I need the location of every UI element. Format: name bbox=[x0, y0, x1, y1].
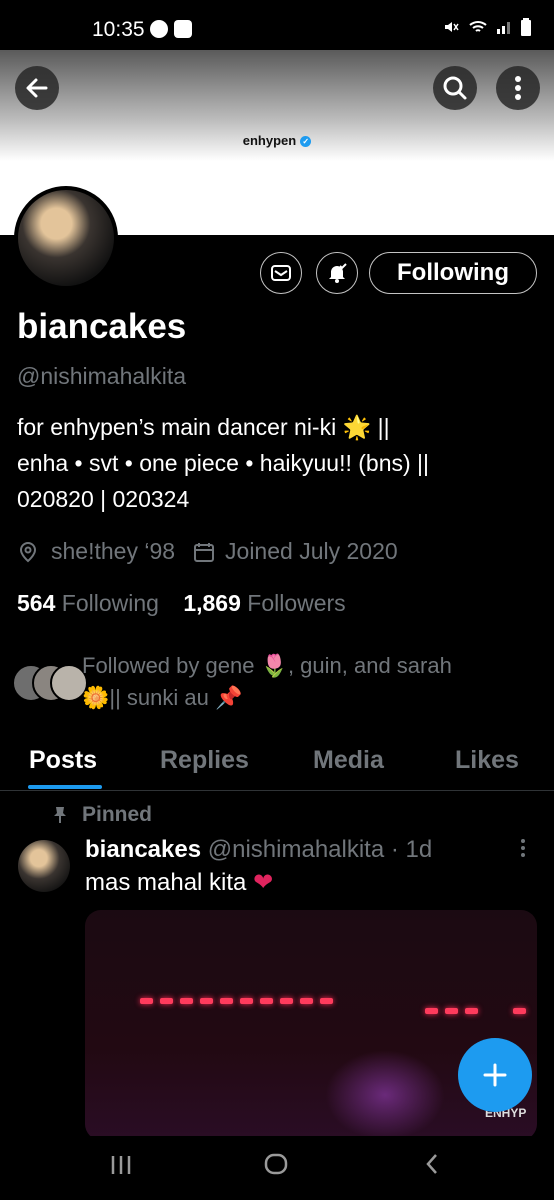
back-button[interactable] bbox=[15, 66, 59, 110]
pinned-text: Pinned bbox=[82, 803, 153, 826]
following-count: 564 bbox=[17, 590, 56, 616]
system-back-button[interactable] bbox=[424, 1152, 440, 1183]
home-button[interactable] bbox=[264, 1152, 288, 1183]
back-arrow-icon bbox=[26, 78, 48, 98]
signal-icon bbox=[497, 22, 510, 34]
system-nav-bar bbox=[0, 1136, 554, 1200]
location-icon bbox=[19, 541, 37, 562]
stage-light bbox=[320, 998, 333, 1004]
stage-light bbox=[160, 998, 173, 1004]
stage-light bbox=[260, 998, 273, 1004]
mute-icon bbox=[445, 22, 459, 32]
post-header: biancakes @nishimahalkita · 1d bbox=[85, 836, 432, 864]
tab-media[interactable]: Media bbox=[313, 746, 384, 775]
heart-emoji-icon: ❤ bbox=[253, 869, 274, 896]
message-button[interactable] bbox=[260, 252, 302, 294]
banner-name: enhypen bbox=[242, 133, 297, 148]
pinned-label: Pinned bbox=[52, 803, 152, 827]
battery-icon bbox=[521, 18, 531, 36]
joined-date: Joined July 2020 bbox=[225, 538, 398, 564]
stage-light bbox=[240, 998, 253, 1004]
active-tab-indicator bbox=[28, 785, 102, 789]
home-icon bbox=[264, 1153, 288, 1175]
stage-light bbox=[300, 998, 313, 1004]
search-button[interactable] bbox=[433, 66, 477, 110]
tab-posts[interactable]: Posts bbox=[29, 746, 97, 775]
following-count-link[interactable]: 564 Following bbox=[17, 590, 159, 616]
status-notification-icons bbox=[150, 20, 192, 38]
stage-light bbox=[140, 998, 153, 1004]
status-bar: 10:35 bbox=[0, 0, 554, 50]
bio-line: for enhypen’s main dancer ni-ki 🌟 || bbox=[17, 414, 390, 440]
followed-by-line: Followed by gene 🌷, guin, and sarah bbox=[82, 653, 452, 678]
profile-avatar[interactable] bbox=[14, 186, 118, 290]
notification-icon bbox=[174, 20, 192, 38]
avatar-image bbox=[18, 190, 114, 286]
following-button[interactable]: Following bbox=[369, 252, 537, 294]
display-name: biancakes bbox=[17, 307, 187, 346]
search-icon bbox=[443, 76, 467, 100]
recent-apps-icon bbox=[111, 1156, 131, 1174]
more-button[interactable] bbox=[496, 66, 540, 110]
notifications-button[interactable] bbox=[316, 252, 358, 294]
more-vertical-icon bbox=[515, 76, 521, 100]
post-media[interactable]: ENHYP bbox=[85, 910, 537, 1140]
following-label: Following bbox=[61, 590, 159, 616]
wifi-icon bbox=[469, 21, 487, 32]
stage-light bbox=[200, 998, 213, 1004]
banner-text: enhypen ✓ bbox=[0, 133, 554, 148]
stage-light bbox=[513, 1008, 526, 1014]
stage-light bbox=[445, 1008, 458, 1014]
recent-apps-button[interactable] bbox=[110, 1152, 132, 1183]
status-time: 10:35 bbox=[92, 18, 145, 41]
verified-badge-icon: ✓ bbox=[300, 136, 312, 148]
followers-label: Followers bbox=[247, 590, 346, 616]
stage-glow bbox=[325, 1050, 445, 1140]
post-avatar[interactable] bbox=[18, 840, 70, 892]
message-icon bbox=[271, 265, 291, 281]
profile-handle: @nishimahalkita bbox=[17, 363, 187, 389]
followed-by-line: 🌼|| sunki au 📌 bbox=[82, 685, 243, 710]
followers-count-link[interactable]: 1,869 Followers bbox=[183, 590, 345, 616]
profile-tabs: Posts Replies Media Likes bbox=[0, 740, 554, 791]
bio-line: enha • svt • one piece • haikyuu!! (bns)… bbox=[17, 450, 429, 476]
plus-icon bbox=[483, 1063, 507, 1087]
tab-likes[interactable]: Likes bbox=[455, 746, 519, 775]
profile-meta: she!they ‘98 Joined July 2020 bbox=[17, 538, 398, 565]
post-more-button[interactable] bbox=[520, 838, 526, 864]
post-text: mas mahal kita ❤ bbox=[85, 868, 273, 897]
more-vertical-icon bbox=[521, 839, 525, 857]
stage-light bbox=[465, 1008, 478, 1014]
pin-icon bbox=[54, 807, 66, 823]
compose-button[interactable] bbox=[458, 1038, 532, 1112]
bio-line: 020820 | 020324 bbox=[17, 486, 190, 512]
bell-check-icon bbox=[329, 263, 347, 283]
stage-light bbox=[220, 998, 233, 1004]
tab-replies[interactable]: Replies bbox=[160, 746, 249, 775]
calendar-icon bbox=[194, 542, 215, 562]
chevron-left-icon bbox=[426, 1154, 437, 1174]
stage-light bbox=[180, 998, 193, 1004]
stage-light bbox=[280, 998, 293, 1004]
post-handle-time: @nishimahalkita · 1d bbox=[207, 836, 433, 863]
post-body: mas mahal kita bbox=[85, 869, 247, 896]
follow-counts: 564 Following 1,869 Followers bbox=[17, 590, 346, 617]
location-text: she!they ‘98 bbox=[51, 538, 176, 564]
post-author[interactable]: biancakes bbox=[85, 836, 201, 863]
profile-bio: for enhypen’s main dancer ni-ki 🌟 || enh… bbox=[17, 409, 537, 517]
system-icons bbox=[442, 18, 532, 36]
stage-light bbox=[425, 1008, 438, 1014]
followers-count: 1,869 bbox=[183, 590, 241, 616]
followed-by-text: Followed by gene 🌷, guin, and sarah 🌼|| … bbox=[82, 650, 532, 714]
notification-icon bbox=[150, 20, 168, 38]
